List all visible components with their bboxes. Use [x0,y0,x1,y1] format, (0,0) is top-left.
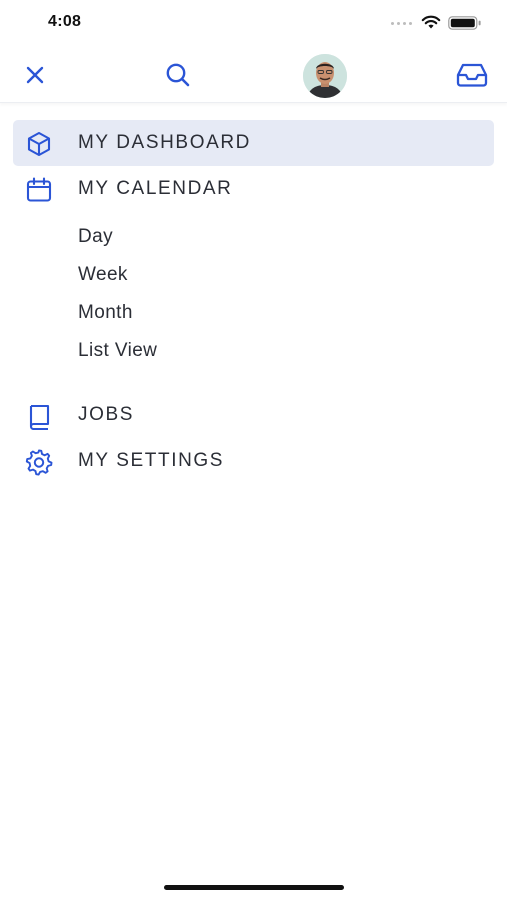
wifi-icon [421,15,441,29]
gear-icon [24,449,54,476]
app-screen: 4:08 MY DASHBOARD MY CALENDAR Day Week M… [0,0,507,900]
submenu-item-month[interactable]: Month [0,294,507,332]
avatar-image [303,54,347,98]
menu-item-label: MY CALENDAR [78,178,233,199]
menu-item-settings[interactable]: MY SETTINGS [0,438,507,484]
status-bar: 4:08 [0,0,507,46]
top-nav [0,46,507,103]
battery-icon [448,16,481,30]
home-indicator[interactable] [164,885,344,890]
cube-icon [24,131,54,157]
inbox-button[interactable] [455,59,489,91]
book-icon [24,404,54,430]
close-icon [26,66,44,84]
side-menu: MY DASHBOARD MY CALENDAR Day Week Month … [0,120,507,484]
menu-item-label: MY SETTINGS [78,450,225,471]
menu-item-label: MY DASHBOARD [78,132,251,153]
calendar-submenu: Day Week Month List View [0,212,507,392]
menu-item-jobs[interactable]: JOBS [0,392,507,438]
status-time: 4:08 [48,13,82,30]
avatar[interactable] [303,54,347,98]
calendar-icon [24,177,54,202]
submenu-item-day[interactable]: Day [0,218,507,256]
search-icon [166,63,190,87]
menu-item-label: JOBS [78,404,135,425]
menu-item-dashboard[interactable]: MY DASHBOARD [13,120,494,166]
close-button[interactable] [20,60,50,90]
inbox-icon [456,63,488,87]
submenu-item-list-view[interactable]: List View [0,332,507,370]
menu-item-calendar[interactable]: MY CALENDAR [0,166,507,212]
submenu-item-week[interactable]: Week [0,256,507,294]
signal-icon [391,22,412,25]
search-button[interactable] [162,59,194,91]
